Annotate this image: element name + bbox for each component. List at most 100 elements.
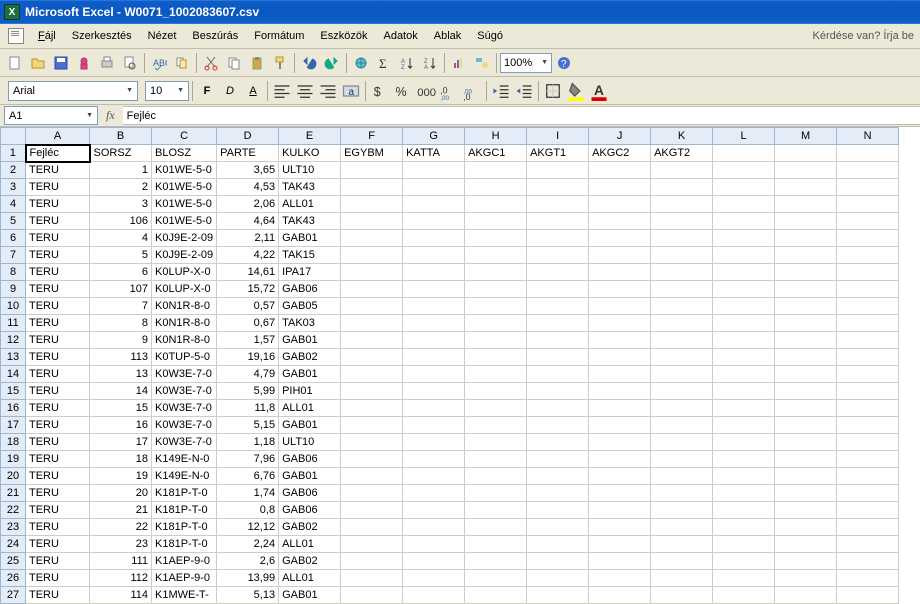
cell[interactable]: 4,22 <box>217 247 279 264</box>
cell[interactable] <box>341 264 403 281</box>
cell[interactable]: 19,16 <box>217 349 279 366</box>
cell[interactable]: K181P-T-0 <box>152 485 217 502</box>
zoom-combo[interactable]: 100%▼ <box>500 53 552 73</box>
row-header[interactable]: 11 <box>1 315 26 332</box>
cell[interactable] <box>403 264 465 281</box>
cell[interactable]: 106 <box>90 213 152 230</box>
cell[interactable] <box>713 536 775 553</box>
cell[interactable] <box>403 179 465 196</box>
cell[interactable] <box>403 281 465 298</box>
cell[interactable] <box>837 349 899 366</box>
menu-format[interactable]: Formátum <box>246 27 312 45</box>
cell[interactable]: K149E-N-0 <box>152 451 217 468</box>
cell[interactable] <box>713 417 775 434</box>
cell[interactable]: GAB02 <box>279 349 341 366</box>
cell[interactable] <box>651 400 713 417</box>
fx-icon[interactable]: fx <box>106 108 115 123</box>
cell[interactable] <box>589 332 651 349</box>
column-header-D[interactable]: D <box>217 128 279 145</box>
cell[interactable] <box>403 553 465 570</box>
cell[interactable] <box>465 434 527 451</box>
cell[interactable] <box>465 451 527 468</box>
cell[interactable] <box>775 315 837 332</box>
open-icon[interactable] <box>27 52 49 74</box>
cell[interactable] <box>837 145 899 162</box>
menu-tools[interactable]: Eszközök <box>312 27 375 45</box>
cell[interactable] <box>403 196 465 213</box>
cell[interactable] <box>403 332 465 349</box>
cell[interactable]: K0J9E-2-09 <box>152 230 217 247</box>
spellcheck-icon[interactable]: ABC <box>148 52 170 74</box>
cell[interactable] <box>775 264 837 281</box>
cell[interactable] <box>341 587 403 604</box>
cell[interactable]: TERU <box>26 502 90 519</box>
column-header-F[interactable]: F <box>341 128 403 145</box>
cell[interactable] <box>651 383 713 400</box>
cell[interactable] <box>775 553 837 570</box>
cell[interactable]: 7,96 <box>217 451 279 468</box>
cell[interactable] <box>713 570 775 587</box>
cell[interactable] <box>775 451 837 468</box>
cell[interactable] <box>465 162 527 179</box>
cell[interactable]: K181P-T-0 <box>152 536 217 553</box>
cell[interactable] <box>775 485 837 502</box>
cell[interactable]: TAK03 <box>279 315 341 332</box>
cell[interactable]: 14 <box>90 383 152 400</box>
cell[interactable]: 0,57 <box>217 298 279 315</box>
cell[interactable] <box>341 247 403 264</box>
cell[interactable] <box>589 230 651 247</box>
cell[interactable] <box>527 502 589 519</box>
cell[interactable] <box>589 315 651 332</box>
cell[interactable] <box>465 366 527 383</box>
cell[interactable] <box>651 485 713 502</box>
row-header[interactable]: 5 <box>1 213 26 230</box>
cell[interactable]: K0W3E-7-0 <box>152 366 217 383</box>
cell[interactable] <box>651 417 713 434</box>
cell[interactable] <box>589 553 651 570</box>
cell[interactable] <box>589 298 651 315</box>
cell[interactable]: TAK43 <box>279 179 341 196</box>
row-header[interactable]: 16 <box>1 400 26 417</box>
cell[interactable]: GAB01 <box>279 332 341 349</box>
autosum-icon[interactable]: Σ <box>373 52 395 74</box>
cell[interactable] <box>713 553 775 570</box>
cell[interactable] <box>713 196 775 213</box>
cell[interactable]: K0W3E-7-0 <box>152 417 217 434</box>
cell[interactable] <box>341 553 403 570</box>
cell[interactable]: GAB06 <box>279 281 341 298</box>
hyperlink-icon[interactable] <box>350 52 372 74</box>
cell[interactable]: GAB06 <box>279 502 341 519</box>
column-header-B[interactable]: B <box>90 128 152 145</box>
help-icon[interactable]: ? <box>553 52 575 74</box>
menu-data[interactable]: Adatok <box>375 27 425 45</box>
cell[interactable]: TERU <box>26 349 90 366</box>
cell[interactable] <box>775 383 837 400</box>
row-header[interactable]: 10 <box>1 298 26 315</box>
menu-edit[interactable]: Szerkesztés <box>64 27 140 45</box>
underline-button[interactable]: A <box>242 80 264 102</box>
cell[interactable]: K0W3E-7-0 <box>152 434 217 451</box>
cell[interactable] <box>651 332 713 349</box>
cell[interactable]: TERU <box>26 315 90 332</box>
cell[interactable] <box>775 400 837 417</box>
cell[interactable]: 12,12 <box>217 519 279 536</box>
increase-decimal-icon[interactable]: ,0,00 <box>438 80 460 102</box>
cell[interactable] <box>713 519 775 536</box>
column-header-A[interactable]: A <box>26 128 90 145</box>
cell[interactable] <box>403 468 465 485</box>
align-center-icon[interactable] <box>294 80 316 102</box>
cell[interactable]: 4,53 <box>217 179 279 196</box>
cell[interactable]: 17 <box>90 434 152 451</box>
cell[interactable] <box>837 281 899 298</box>
cell[interactable] <box>403 519 465 536</box>
cell[interactable]: K181P-T-0 <box>152 502 217 519</box>
cell[interactable] <box>465 519 527 536</box>
cell[interactable]: GAB01 <box>279 468 341 485</box>
print-icon[interactable] <box>96 52 118 74</box>
cell[interactable]: 21 <box>90 502 152 519</box>
cell[interactable] <box>775 468 837 485</box>
cell[interactable] <box>341 400 403 417</box>
cell[interactable] <box>527 349 589 366</box>
cell[interactable] <box>651 519 713 536</box>
cell[interactable]: TERU <box>26 451 90 468</box>
